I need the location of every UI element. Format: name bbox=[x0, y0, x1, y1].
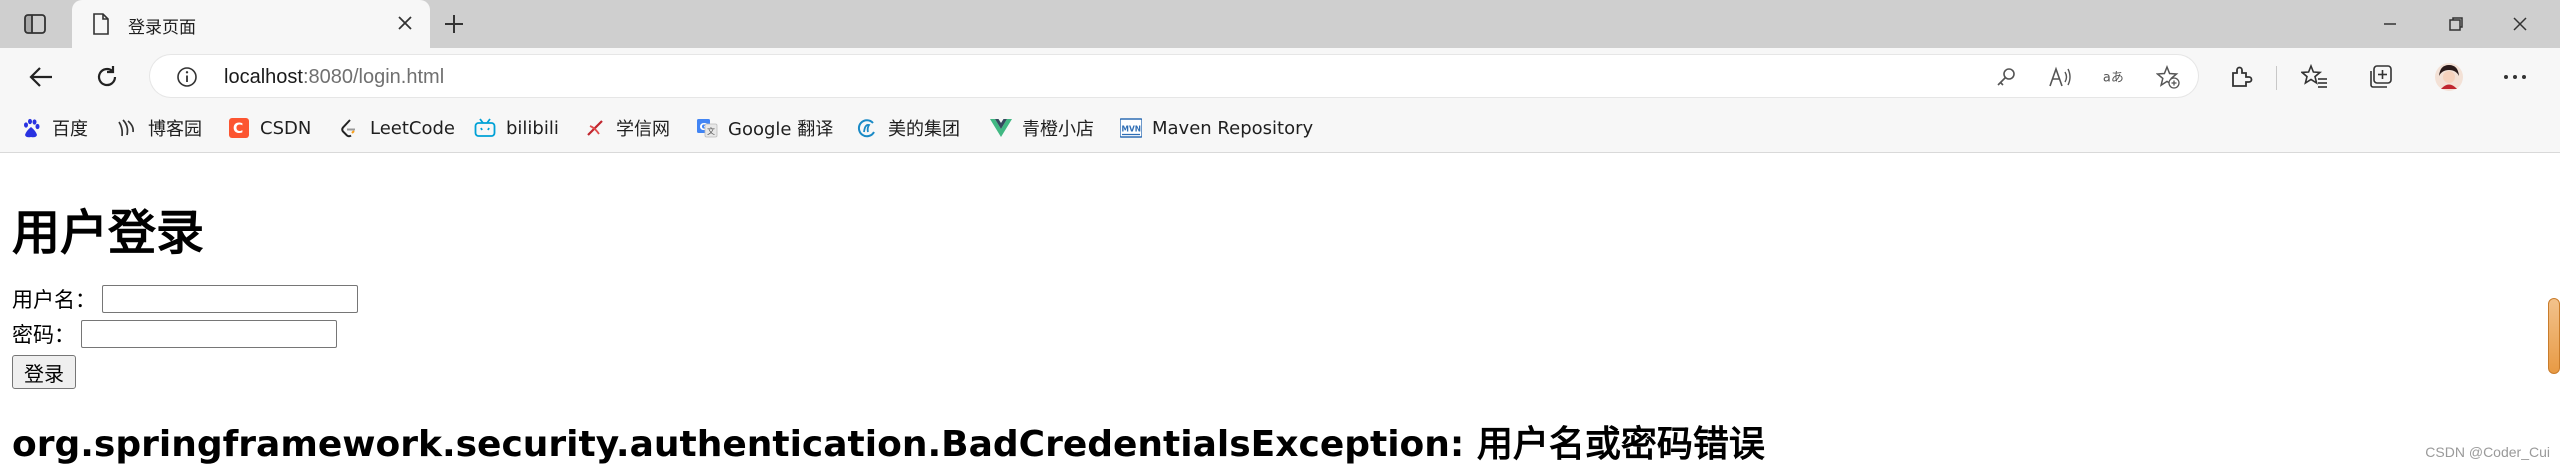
password-input[interactable] bbox=[81, 320, 337, 348]
tab-actions-button[interactable] bbox=[18, 10, 52, 38]
new-tab-icon[interactable] bbox=[442, 12, 466, 41]
favorite-chsi[interactable]: 学信网 bbox=[584, 116, 670, 140]
page-content: 用户登录 用户名： 密码： 登录 org.springframework.sec… bbox=[0, 153, 2560, 469]
translate-icon[interactable]: aあ bbox=[2102, 65, 2126, 89]
favorite-bilibili[interactable]: bilibili bbox=[474, 116, 559, 140]
favorite-label: bilibili bbox=[506, 117, 559, 139]
favorite-csdn[interactable]: C CSDN bbox=[228, 116, 311, 140]
favorite-label: CSDN bbox=[260, 117, 312, 139]
page-title: 用户登录 bbox=[12, 205, 205, 261]
back-icon[interactable] bbox=[24, 60, 58, 94]
chsi-icon bbox=[584, 117, 606, 139]
cnblogs-icon bbox=[116, 117, 138, 139]
tab-actions-icon bbox=[24, 14, 46, 34]
svg-text:C: C bbox=[233, 121, 243, 137]
username-input[interactable] bbox=[102, 285, 358, 313]
page-icon bbox=[92, 13, 110, 40]
google-translate-icon: G 文 bbox=[696, 117, 718, 139]
url-host: localhost bbox=[224, 66, 303, 88]
csdn-icon: C bbox=[228, 117, 250, 139]
refresh-icon[interactable] bbox=[90, 60, 124, 94]
password-label: 密码： bbox=[12, 323, 75, 347]
password-row: 密码： bbox=[12, 319, 337, 349]
more-options-icon[interactable] bbox=[2500, 62, 2530, 92]
login-button[interactable]: 登录 bbox=[12, 355, 76, 389]
favorite-vue-shop[interactable]: 青橙小店 bbox=[990, 116, 1094, 140]
favorite-label: 美的集团 bbox=[888, 119, 960, 140]
extensions-icon[interactable] bbox=[2226, 62, 2256, 92]
favorite-label: LeetCode bbox=[370, 117, 455, 139]
leetcode-icon bbox=[338, 117, 360, 139]
browser-toolbar: localhost:8080/login.html aあ bbox=[0, 48, 2560, 104]
favorite-label: Google 翻译 bbox=[728, 119, 834, 140]
username-label: 用户名： bbox=[12, 288, 96, 312]
favorite-label: 博客园 bbox=[148, 119, 202, 140]
favorite-leetcode[interactable]: LeetCode bbox=[338, 116, 455, 140]
favorites-icon[interactable] bbox=[2300, 62, 2330, 92]
midea-icon bbox=[856, 117, 878, 139]
favorite-maven[interactable]: MVN Maven Repository bbox=[1120, 116, 1313, 140]
username-row: 用户名： bbox=[12, 284, 358, 314]
svg-text:文: 文 bbox=[707, 126, 715, 136]
vue-icon bbox=[990, 117, 1012, 139]
bilibili-icon bbox=[474, 117, 496, 139]
minimize-icon[interactable] bbox=[2370, 10, 2410, 38]
toolbar-separator bbox=[2276, 66, 2277, 90]
key-icon[interactable] bbox=[1994, 65, 2018, 89]
baidu-icon bbox=[20, 117, 42, 139]
site-info-icon[interactable] bbox=[176, 66, 198, 93]
watermark: CSDN @Coder_Cui bbox=[2425, 444, 2550, 460]
svg-text:MVN: MVN bbox=[1122, 125, 1142, 134]
maven-icon: MVN bbox=[1120, 117, 1142, 139]
favorite-label: Maven Repository bbox=[1152, 117, 1314, 139]
tab-close-icon[interactable] bbox=[396, 14, 414, 37]
favorite-cnblogs[interactable]: 博客园 bbox=[116, 116, 202, 140]
favorite-label: 学信网 bbox=[616, 119, 670, 140]
add-favorite-icon[interactable] bbox=[2156, 65, 2180, 89]
tab-active[interactable]: 登录页面 bbox=[72, 0, 430, 48]
collections-icon[interactable] bbox=[2366, 62, 2396, 92]
tab-title: 登录页面 bbox=[128, 18, 196, 38]
scrollbar-thumb[interactable] bbox=[2548, 298, 2560, 374]
svg-text:aあ: aあ bbox=[2103, 71, 2124, 86]
address-bar[interactable]: localhost:8080/login.html aあ bbox=[150, 55, 2198, 97]
favorites-bar: 百度 博客园 C CSDN LeetCode bilibili 学信网 G 文 … bbox=[0, 104, 2560, 153]
url-text[interactable]: localhost:8080/login.html bbox=[224, 66, 444, 89]
profile-avatar[interactable] bbox=[2434, 62, 2464, 92]
read-aloud-icon[interactable] bbox=[2048, 65, 2072, 89]
favorite-baidu[interactable]: 百度 bbox=[20, 116, 88, 140]
close-window-icon[interactable] bbox=[2500, 10, 2540, 38]
tab-strip: 登录页面 bbox=[0, 0, 2560, 48]
favorite-midea[interactable]: 美的集团 bbox=[856, 116, 960, 140]
favorite-google-translate[interactable]: G 文 Google 翻译 bbox=[696, 116, 833, 140]
url-path: :8080/login.html bbox=[302, 66, 445, 88]
favorite-label: 青橙小店 bbox=[1022, 119, 1094, 140]
error-message: org.springframework.security.authenticat… bbox=[12, 424, 1765, 465]
favorite-label: 百度 bbox=[52, 119, 88, 140]
restore-icon[interactable] bbox=[2436, 10, 2476, 38]
